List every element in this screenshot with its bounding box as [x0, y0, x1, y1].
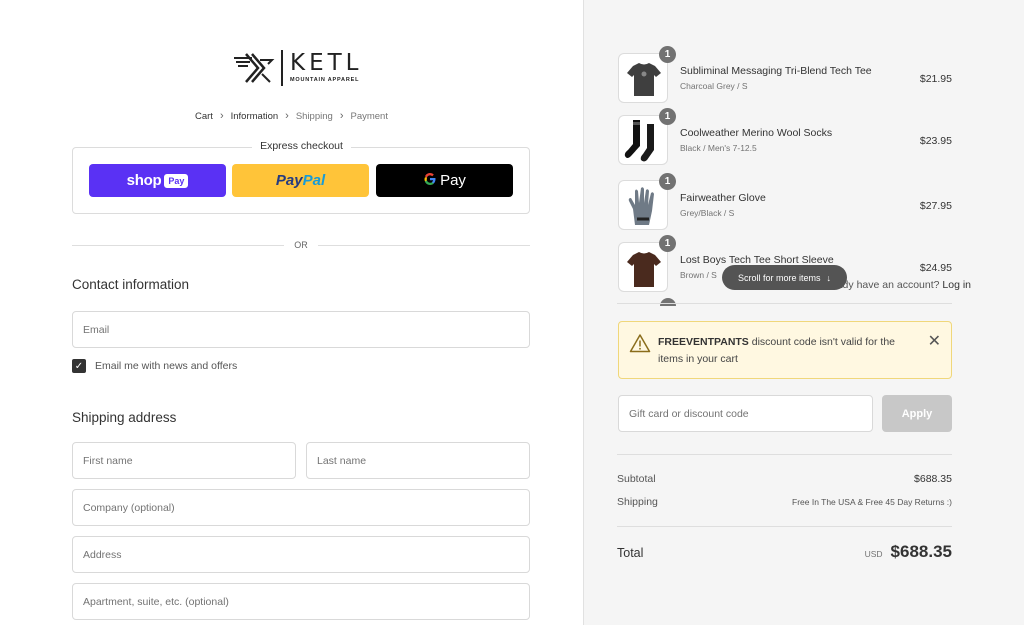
- newsletter-option[interactable]: ✓ Email me with news and offers: [72, 359, 237, 373]
- quantity-badge: 1: [659, 108, 676, 125]
- chevron-right-icon: ›: [219, 110, 224, 122]
- or-text: OR: [294, 240, 308, 250]
- company-input[interactable]: [83, 501, 529, 514]
- warning-icon: [629, 334, 651, 353]
- product-variant: Brown / S: [680, 270, 717, 280]
- quantity-badge: 1: [659, 235, 676, 252]
- breadcrumb-cart[interactable]: Cart: [195, 111, 213, 122]
- breadcrumb-shipping: Shipping: [295, 110, 333, 122]
- product-price: $27.95: [919, 200, 952, 212]
- glove-icon: [628, 187, 654, 225]
- logo-text: KETL MOUNTAIN APPAREL: [290, 52, 362, 84]
- quantity-badge: 1: [659, 46, 676, 63]
- breadcrumb-payment: Payment: [350, 110, 388, 122]
- breadcrumb-information: Information: [230, 110, 279, 122]
- product-name: Subliminal Messaging Tri-Blend Tech Tee: [680, 65, 872, 77]
- newsletter-label: Email me with news and offers: [95, 360, 238, 372]
- first-name-field[interactable]: [72, 442, 296, 479]
- divider-line: [617, 526, 952, 527]
- scroll-more-button[interactable]: Scroll for more items ↓: [722, 265, 847, 290]
- tshirt-icon: [627, 252, 661, 287]
- divider-line: [617, 303, 952, 304]
- currency-code: USD: [864, 549, 883, 559]
- brand-logo[interactable]: KETL MOUNTAIN APPAREL: [232, 48, 362, 88]
- google-pay-text: Pay: [440, 172, 466, 189]
- newsletter-checkbox[interactable]: ✓: [72, 359, 86, 373]
- apartment-input[interactable]: [83, 595, 529, 608]
- or-divider: OR: [72, 240, 530, 250]
- product-name: Coolweather Merino Wool Socks: [680, 127, 833, 139]
- shop-pay-button[interactable]: shop Pay: [89, 164, 226, 197]
- close-icon[interactable]: ✕: [928, 331, 941, 351]
- discount-error-banner: FREEVENTPANTS discount code isn't valid …: [618, 321, 952, 379]
- discount-code-field[interactable]: [618, 395, 873, 432]
- discount-code-input[interactable]: [629, 407, 872, 420]
- scroll-hint-text: Scroll for more items: [737, 272, 821, 283]
- email-field[interactable]: [72, 311, 530, 348]
- total-label: Total: [617, 546, 644, 560]
- cart-item: 1 Coolweather Merino Wool Socks Black / …: [617, 108, 952, 167]
- quantity-badge: 1: [659, 173, 676, 190]
- product-variant: Grey/Black / S: [680, 208, 735, 218]
- alert-message: FREEVENTPANTS discount code isn't valid …: [658, 334, 918, 368]
- product-variant: Black / Men's 7-12.5: [680, 143, 757, 153]
- product-variant: Charcoal Grey / S: [680, 81, 748, 91]
- shipping-value: Free In The USA & Free 45 Day Returns :): [792, 497, 952, 507]
- first-name-input[interactable]: [83, 454, 295, 467]
- company-field[interactable]: [72, 489, 530, 526]
- google-pay-button[interactable]: Pay: [376, 164, 513, 197]
- total-amount: USD $688.35: [865, 542, 952, 562]
- apply-discount-button[interactable]: Apply: [882, 395, 952, 432]
- contact-information-title: Contact information: [72, 277, 190, 292]
- cart-item: 1 Fairweather Glove Grey/Black / S $27.9…: [617, 173, 952, 232]
- breadcrumb: Cart › Information › Shipping › Payment: [0, 110, 583, 122]
- product-name: Fairweather Glove: [680, 192, 766, 204]
- cart-item: 1 Subliminal Messaging Tri-Blend Tech Te…: [617, 46, 952, 105]
- last-name-input[interactable]: [317, 454, 529, 467]
- chevron-right-icon: ›: [339, 110, 344, 122]
- shop-pay-badge: Pay: [164, 173, 189, 188]
- arrow-down-icon: ↓: [826, 272, 832, 283]
- tshirt-icon: [627, 63, 661, 96]
- last-name-field[interactable]: [306, 442, 530, 479]
- email-input[interactable]: [83, 323, 529, 336]
- divider-line: [617, 454, 952, 455]
- brand-name: KETL: [290, 50, 363, 77]
- discount-code: FREEVENTPANTS: [658, 336, 749, 348]
- product-price: $21.95: [919, 73, 952, 85]
- product-price: $23.95: [919, 135, 952, 147]
- google-g-icon: [423, 172, 437, 190]
- socks-icon: [624, 120, 654, 162]
- express-checkout-title: Express checkout: [0, 140, 603, 152]
- address-input[interactable]: [83, 548, 529, 561]
- shipping-label: Shipping: [617, 496, 658, 508]
- address-field[interactable]: [72, 536, 530, 573]
- brand-tagline: MOUNTAIN APPAREL: [290, 77, 360, 84]
- chevron-right-icon: ›: [285, 110, 289, 122]
- total-value: $688.35: [890, 542, 952, 561]
- product-price: $24.95: [919, 262, 952, 274]
- divider-line: [317, 244, 530, 246]
- subtotal-value: $688.35: [914, 473, 952, 485]
- logo-divider: [281, 50, 283, 86]
- shop-pay-wordmark: shop: [126, 172, 162, 189]
- shipping-address-title: Shipping address: [72, 410, 177, 425]
- paypal-button[interactable]: PayPal: [232, 164, 369, 197]
- paypal-wordmark: PayPal: [275, 172, 326, 189]
- subtotal-label: Subtotal: [617, 473, 656, 485]
- divider-line: [72, 244, 285, 246]
- apartment-field[interactable]: [72, 583, 530, 620]
- bird-logo-icon: [234, 53, 275, 83]
